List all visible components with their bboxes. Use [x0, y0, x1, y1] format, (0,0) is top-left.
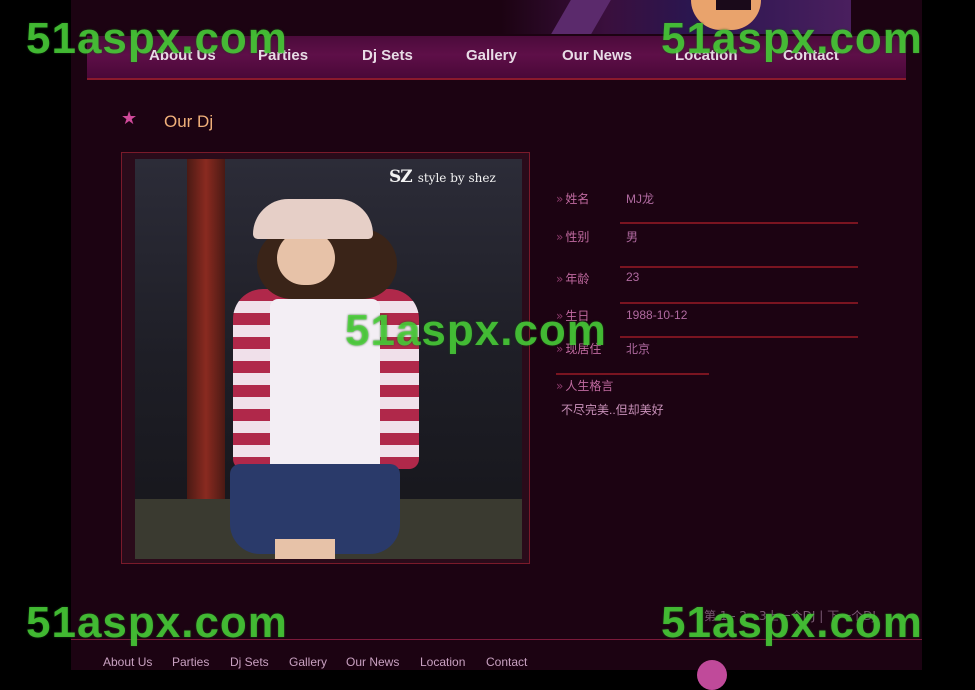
photo-face [277, 231, 335, 285]
dj-photo: SZ style by shez [135, 159, 522, 559]
photo-logo: SZ style by shez [389, 167, 496, 187]
nav-contact[interactable]: Contact [783, 47, 839, 64]
footer-dj-sets[interactable]: Dj Sets [230, 655, 269, 669]
nav-dj-sets[interactable]: Dj Sets [362, 47, 413, 64]
footer-location[interactable]: Location [420, 655, 465, 669]
footer-contact[interactable]: Contact [486, 655, 527, 669]
footer-about-us[interactable]: About Us [103, 655, 152, 669]
section-title: Our Dj [164, 112, 214, 131]
banner-figure-dark [716, 0, 751, 10]
profile-label-age: » 年龄 [556, 272, 590, 286]
profile-divider [620, 222, 858, 224]
footer-gallery[interactable]: Gallery [289, 655, 327, 669]
profile-divider [620, 336, 858, 338]
star-icon: ★ [121, 108, 138, 129]
profile-value-birthday: 1988-10-12 [626, 308, 688, 322]
photo-cap [253, 199, 373, 239]
profile-value-age: 23 [626, 270, 640, 284]
profile-label-name: » 姓名 [556, 192, 590, 206]
profile-label-birthday: » 生日 [556, 309, 590, 323]
footer-our-news[interactable]: Our News [346, 655, 399, 669]
profile-divider [620, 266, 858, 268]
nav-our-news[interactable]: Our News [562, 47, 632, 64]
profile-value-name: MJ龙 [626, 192, 654, 206]
main-nav: About Us Parties Dj Sets Gallery Our New… [87, 36, 906, 80]
nav-parties[interactable]: Parties [258, 47, 308, 64]
profile-label-residence: » 现居住 [556, 342, 602, 356]
photo-white-shirt [270, 299, 380, 474]
profile-label-gender: » 性别 [556, 230, 590, 244]
profile-value-motto: 不尽完美..但却美好 [561, 403, 664, 417]
profile-label-motto: » 人生格言 [556, 379, 614, 393]
profile-divider [620, 302, 858, 304]
footer-parties[interactable]: Parties [172, 655, 209, 669]
profile-value-gender: 男 [626, 230, 639, 244]
dj-photo-frame: SZ style by shez [121, 152, 530, 564]
nav-about-us[interactable]: About Us [149, 47, 216, 64]
footer-badge-icon [697, 660, 727, 690]
nav-gallery[interactable]: Gallery [466, 47, 517, 64]
nav-location[interactable]: Location [675, 47, 738, 64]
photo-legs [275, 539, 335, 559]
dj-pager[interactable]: 第 1 - 2 - 3上一个DJ | 下一个DJ [704, 607, 876, 624]
banner-shape [551, 0, 611, 34]
profile-divider [556, 373, 709, 375]
footer-nav: About Us Parties Dj Sets Gallery Our New… [71, 639, 922, 690]
page-container: About Us Parties Dj Sets Gallery Our New… [71, 0, 922, 690]
header-banner-image [501, 0, 851, 34]
profile-value-residence: 北京 [626, 342, 651, 356]
